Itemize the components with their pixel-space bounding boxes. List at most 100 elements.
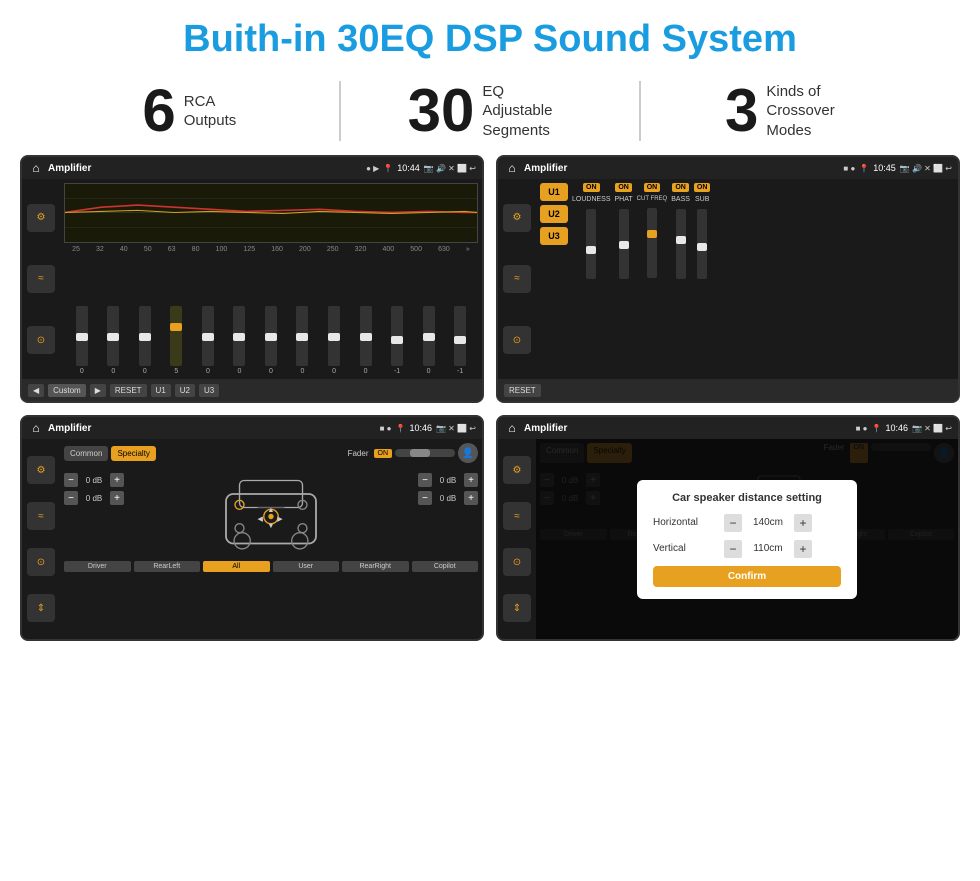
dist-home-icon[interactable]: ⌂ xyxy=(504,420,520,436)
svg-text:▶: ▶ xyxy=(277,514,283,523)
eq-reset-btn[interactable]: RESET xyxy=(110,384,147,397)
eq-sidebar-btn-2[interactable]: ≈ xyxy=(27,265,55,293)
bass-label: BASS xyxy=(671,196,690,203)
cross-main-area: ⚙ ≈ ⊙ ⇕ Common Specialty Fader ON 👤 xyxy=(22,439,482,639)
cross-sidebar-btn-4[interactable]: ⇕ xyxy=(27,594,55,622)
amp-u1-btn[interactable]: U1 xyxy=(540,183,568,201)
home-icon[interactable]: ⌂ xyxy=(28,160,44,176)
eq-slider-8[interactable]: 0 xyxy=(328,306,340,375)
profile-icon[interactable]: 👤 xyxy=(458,443,478,463)
eq-slider-10[interactable]: -1 xyxy=(391,306,403,375)
fader-on-badge[interactable]: ON xyxy=(374,449,393,458)
eq-freq-100: 100 xyxy=(216,246,228,253)
eq-slider-2[interactable]: 0 xyxy=(139,306,151,375)
bass-slider[interactable] xyxy=(676,209,686,279)
db-minus-br[interactable]: − xyxy=(418,491,432,505)
amp-sidebar-btn-1[interactable]: ⚙ xyxy=(503,204,531,232)
db-control-tl: − 0 dB + xyxy=(64,473,124,487)
db-plus-tl[interactable]: + xyxy=(110,473,124,487)
phat-on[interactable]: ON xyxy=(615,183,632,192)
amp-sidebar-btn-3[interactable]: ⊙ xyxy=(503,326,531,354)
rearright-btn[interactable]: RearRight xyxy=(342,561,409,572)
db-minus-tl[interactable]: − xyxy=(64,473,78,487)
horizontal-minus-btn[interactable]: − xyxy=(724,514,742,532)
copilot-btn[interactable]: Copilot xyxy=(412,561,479,572)
eq-slider-3[interactable]: 5 xyxy=(170,306,182,375)
eq-slider-12[interactable]: -1 xyxy=(454,306,466,375)
cross-tab-common[interactable]: Common xyxy=(64,446,108,461)
fader-slider-track[interactable] xyxy=(395,449,455,457)
amp-sidebar-btn-2[interactable]: ≈ xyxy=(503,265,531,293)
driver-btn[interactable]: Driver xyxy=(64,561,131,572)
dialog-title: Car speaker distance setting xyxy=(653,492,841,504)
eq-prev-btn[interactable]: ◀ xyxy=(28,384,44,397)
cross-home-icon[interactable]: ⌂ xyxy=(28,420,44,436)
eq-sidebar-btn-3[interactable]: ⊙ xyxy=(27,326,55,354)
eq-screen-card: ⌂ Amplifier ● ▶ 📍 10:44 📷 🔊 ✕ ⬜ ↩ ⚙ ≈ ⊙ xyxy=(20,155,484,403)
loudness-on[interactable]: ON xyxy=(583,183,600,192)
cross-tab-specialty[interactable]: Specialty xyxy=(111,446,155,461)
amp-dots: ■ ● xyxy=(843,164,855,173)
cross-sidebar-btn-3[interactable]: ⊙ xyxy=(27,548,55,576)
db-plus-tr[interactable]: + xyxy=(464,473,478,487)
eq-freq-630: 630 xyxy=(438,246,450,253)
dist-status-icons: 📷 ✕ ⬜ ↩ xyxy=(912,424,952,433)
amp-u3-btn[interactable]: U3 xyxy=(540,227,568,245)
horizontal-plus-btn[interactable]: + xyxy=(794,514,812,532)
svg-text:▼: ▼ xyxy=(267,521,274,530)
amp-u2-btn[interactable]: U2 xyxy=(540,205,568,223)
cutfreq-slider[interactable] xyxy=(647,208,657,278)
horizontal-value: 140cm xyxy=(748,517,788,528)
eq-u3-btn[interactable]: U3 xyxy=(199,384,219,397)
db-minus-tr[interactable]: − xyxy=(418,473,432,487)
eq-sidebar-btn-1[interactable]: ⚙ xyxy=(27,204,55,232)
eq-slider-11[interactable]: 0 xyxy=(423,306,435,375)
db-plus-bl[interactable]: + xyxy=(110,491,124,505)
eq-status-bar: ⌂ Amplifier ● ▶ 📍 10:44 📷 🔊 ✕ ⬜ ↩ xyxy=(22,157,482,179)
vertical-value: 110cm xyxy=(748,543,788,554)
user-btn[interactable]: User xyxy=(273,561,340,572)
db-minus-bl[interactable]: − xyxy=(64,491,78,505)
eq-bottom-bar: ◀ Custom ▶ RESET U1 U2 U3 xyxy=(22,379,482,401)
vertical-plus-btn[interactable]: + xyxy=(794,540,812,558)
vertical-minus-btn[interactable]: − xyxy=(724,540,742,558)
stat-number-3: 3 xyxy=(725,81,758,141)
cross-sidebar-btn-1[interactable]: ⚙ xyxy=(27,456,55,484)
eq-slider-4[interactable]: 0 xyxy=(202,306,214,375)
eq-slider-7[interactable]: 0 xyxy=(296,306,308,375)
eq-u2-btn[interactable]: U2 xyxy=(175,384,195,397)
eq-next-btn[interactable]: ▶ xyxy=(90,384,106,397)
dist-sidebar-btn-2[interactable]: ≈ xyxy=(503,502,531,530)
stat-divider-2 xyxy=(639,81,641,141)
bass-on[interactable]: ON xyxy=(672,183,689,192)
eq-preset-custom[interactable]: Custom xyxy=(48,384,86,397)
rearleft-btn[interactable]: RearLeft xyxy=(134,561,201,572)
eq-slider-5[interactable]: 0 xyxy=(233,306,245,375)
eq-slider-1[interactable]: 0 xyxy=(107,306,119,375)
cross-status-bar: ⌂ Amplifier ■ ● 📍 10:46 📷 ✕ ⬜ ↩ xyxy=(22,417,482,439)
eq-freq-125: 125 xyxy=(243,246,255,253)
cutfreq-on[interactable]: ON xyxy=(644,183,661,192)
dist-sidebar-btn-4[interactable]: ⇕ xyxy=(503,594,531,622)
eq-track-7 xyxy=(296,306,308,366)
confirm-button[interactable]: Confirm xyxy=(653,566,841,587)
eq-slider-6[interactable]: 0 xyxy=(265,306,277,375)
phat-slider[interactable] xyxy=(619,209,629,279)
db-plus-br[interactable]: + xyxy=(464,491,478,505)
cross-sidebar-btn-2[interactable]: ≈ xyxy=(27,502,55,530)
amp-presets: U1 U2 U3 xyxy=(540,183,568,375)
eq-u1-btn[interactable]: U1 xyxy=(151,384,171,397)
cross-sidebar: ⚙ ≈ ⊙ ⇕ xyxy=(22,439,60,639)
eq-slider-9[interactable]: 0 xyxy=(360,306,372,375)
all-btn[interactable]: All xyxy=(203,561,270,572)
stat-eq: 30 EQ AdjustableSegments xyxy=(361,81,620,141)
eq-time: 10:44 xyxy=(397,163,420,173)
loudness-slider[interactable] xyxy=(586,209,596,279)
eq-slider-0[interactable]: 0 xyxy=(76,306,88,375)
amp-home-icon[interactable]: ⌂ xyxy=(504,160,520,176)
dist-sidebar-btn-1[interactable]: ⚙ xyxy=(503,456,531,484)
dist-sidebar-btn-3[interactable]: ⊙ xyxy=(503,548,531,576)
amp-reset-btn[interactable]: RESET xyxy=(504,384,541,397)
sub-on[interactable]: ON xyxy=(694,183,711,192)
sub-slider[interactable] xyxy=(697,209,707,279)
